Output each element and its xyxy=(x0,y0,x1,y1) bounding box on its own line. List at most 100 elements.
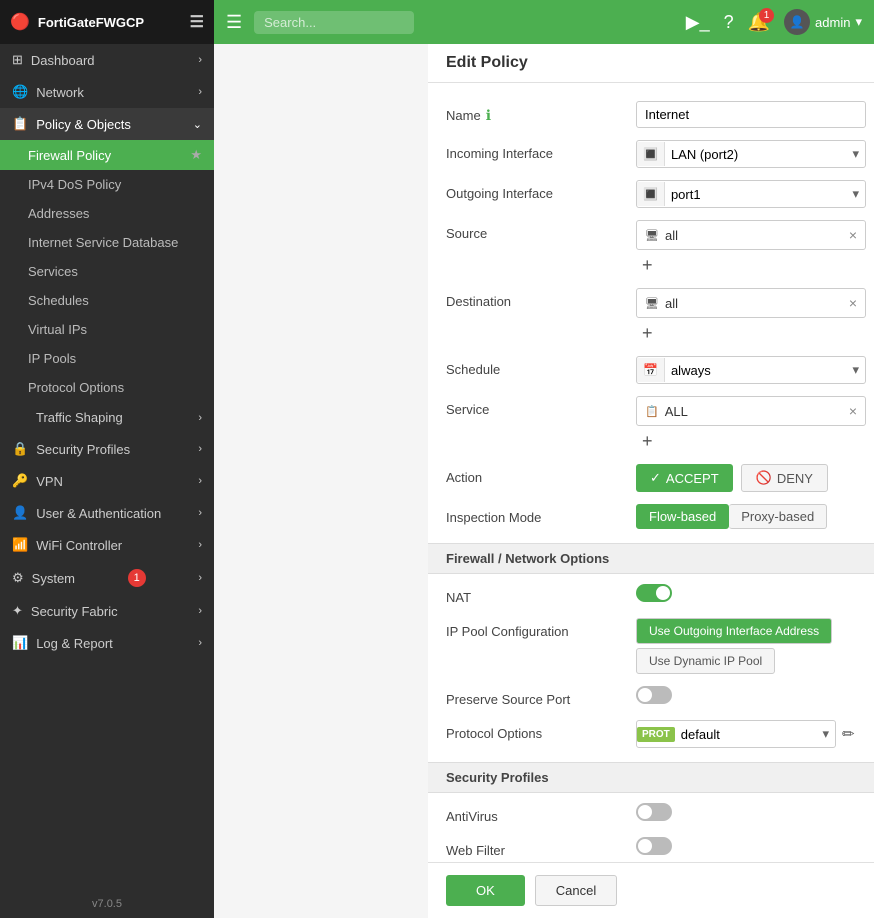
select-arrow-icon: ▾ xyxy=(816,721,835,747)
sidebar-item-network[interactable]: 🌐 Network › xyxy=(0,76,214,108)
sidebar-item-internet-service-db[interactable]: Internet Service Database xyxy=(0,228,214,257)
web-filter-label: Web Filter xyxy=(446,837,636,858)
source-control: 🖥 all × + xyxy=(636,220,866,276)
menu-icon[interactable]: ☰ xyxy=(226,12,242,33)
source-row: Source 🖥 all × + xyxy=(446,214,856,282)
terminal-icon[interactable]: ▶_ xyxy=(686,12,710,33)
nat-toggle[interactable] xyxy=(636,584,672,602)
schedule-select[interactable]: always xyxy=(665,358,847,383)
admin-dropdown-icon: ▾ xyxy=(855,14,862,30)
sidebar-item-schedules[interactable]: Schedules xyxy=(0,286,214,315)
protocol-options-select[interactable]: default xyxy=(675,722,817,747)
topbar-right: ▶_ ? 🔔 1 👤 admin ▾ xyxy=(686,9,862,35)
name-input[interactable] xyxy=(636,101,866,128)
use-dynamic-pool-btn[interactable]: Use Dynamic IP Pool xyxy=(636,648,775,674)
outgoing-interface-select[interactable]: port1 xyxy=(665,182,847,207)
proxy-based-button[interactable]: Proxy-based xyxy=(729,504,827,529)
flow-based-button[interactable]: Flow-based xyxy=(636,504,729,529)
sidebar-item-security-fabric[interactable]: ✦ Security Fabric › xyxy=(0,595,214,627)
protocol-options-row: Protocol Options PROT default ▾ ✏ xyxy=(446,714,856,754)
service-label: Service xyxy=(446,396,636,417)
sidebar-item-dashboard[interactable]: ⊞ Dashboard › xyxy=(0,44,214,76)
use-outgoing-btn[interactable]: Use Outgoing Interface Address xyxy=(636,618,832,644)
sidebar-item-addresses[interactable]: Addresses xyxy=(0,199,214,228)
source-add-btn[interactable]: + xyxy=(636,254,866,276)
sidebar-label: Firewall Policy xyxy=(28,148,111,163)
accept-button[interactable]: ✓ ACCEPT xyxy=(636,464,733,492)
sidebar-item-firewall-policy[interactable]: Firewall Policy ★ xyxy=(0,140,214,170)
cancel-button[interactable]: Cancel xyxy=(535,875,617,906)
sidebar-item-services[interactable]: Services xyxy=(0,257,214,286)
arrow-icon: › xyxy=(198,86,202,98)
protocol-options-control: PROT default ▾ ✏ xyxy=(636,720,856,748)
help-icon[interactable]: ? xyxy=(724,12,734,33)
source-tag-field: 🖥 all × xyxy=(636,220,866,250)
flow-based-label: Flow-based xyxy=(649,509,716,524)
sidebar-label: Internet Service Database xyxy=(28,235,178,250)
sidebar-label: Log & Report xyxy=(36,636,113,651)
destination-tag-label: all xyxy=(665,296,843,311)
sidebar-item-user-auth[interactable]: 👤 User & Authentication › xyxy=(0,497,214,529)
main-content: Edit Policy Name ℹ Incoming Interface 🔳 … xyxy=(428,44,874,918)
sidebar-item-traffic-shaping[interactable]: Traffic Shaping › xyxy=(0,402,214,433)
arrow-icon: › xyxy=(198,412,202,424)
info-icon[interactable]: ℹ xyxy=(486,107,491,124)
star-icon[interactable]: ★ xyxy=(190,147,202,163)
sidebar-item-log-report[interactable]: 📊 Log & Report › xyxy=(0,627,214,659)
preserve-source-toggle-wrap[interactable] xyxy=(636,686,856,704)
antivirus-toggle[interactable] xyxy=(636,803,672,821)
action-control: ✓ ACCEPT 🚫 DENY xyxy=(636,464,856,492)
arrow-icon: › xyxy=(198,443,202,455)
search-input[interactable] xyxy=(254,11,414,34)
bottom-bar: OK Cancel xyxy=(428,862,874,918)
schedule-label: Schedule xyxy=(446,356,636,377)
source-tag-close[interactable]: × xyxy=(849,227,857,243)
hamburger-icon[interactable]: ☰ xyxy=(190,12,204,32)
preserve-source-toggle[interactable] xyxy=(636,686,672,704)
ok-button[interactable]: OK xyxy=(446,875,525,906)
sidebar-label: Security Profiles xyxy=(36,442,130,457)
checkmark-icon: ✓ xyxy=(650,470,661,486)
service-add-btn[interactable]: + xyxy=(636,430,866,452)
ok-label: OK xyxy=(476,883,495,898)
outgoing-interface-select-wrap: 🔳 port1 ▾ xyxy=(636,180,866,208)
sidebar-item-policy-objects[interactable]: 📋 Policy & Objects ⌄ xyxy=(0,108,214,140)
security-icon: 🔒 xyxy=(12,441,28,457)
nat-toggle-wrap[interactable] xyxy=(636,584,856,602)
version-label: v7.0.5 xyxy=(0,890,214,918)
service-tag-close[interactable]: × xyxy=(849,403,857,419)
sidebar-item-ipv4-dos[interactable]: IPv4 DoS Policy xyxy=(0,170,214,199)
sidebar-item-wifi-controller[interactable]: 📶 WiFi Controller › xyxy=(0,529,214,561)
web-filter-toggle[interactable] xyxy=(636,837,672,855)
outgoing-interface-row: Outgoing Interface 🔳 port1 ▾ xyxy=(446,174,856,214)
sidebar-item-ip-pools[interactable]: IP Pools xyxy=(0,344,214,373)
source-label: Source xyxy=(446,220,636,241)
service-row: Service 📋 ALL × + xyxy=(446,390,856,458)
protocol-options-label: Protocol Options xyxy=(446,720,636,741)
proto-edit-icon[interactable]: ✏ xyxy=(842,725,855,743)
sidebar-item-virtual-ips[interactable]: Virtual IPs xyxy=(0,315,214,344)
service-tag-field: 📋 ALL × xyxy=(636,396,866,426)
arrow-icon: › xyxy=(198,637,202,649)
sidebar-item-security-profiles[interactable]: 🔒 Security Profiles › xyxy=(0,433,214,465)
sidebar-item-vpn[interactable]: 🔑 VPN › xyxy=(0,465,214,497)
sidebar-item-system[interactable]: ⚙ System 1 › xyxy=(0,561,214,595)
sidebar-item-protocol-options[interactable]: Protocol Options xyxy=(0,373,214,402)
service-tag-label: ALL xyxy=(665,404,843,419)
destination-tag-close[interactable]: × xyxy=(849,295,857,311)
cancel-label: Cancel xyxy=(556,883,596,898)
service-control: 📋 ALL × + xyxy=(636,396,866,452)
proxy-based-label: Proxy-based xyxy=(741,509,814,524)
sidebar-label: Virtual IPs xyxy=(28,322,87,337)
destination-add-btn[interactable]: + xyxy=(636,322,866,344)
admin-menu[interactable]: 👤 admin ▾ xyxy=(784,9,862,35)
incoming-interface-select[interactable]: LAN (port2) xyxy=(665,142,847,167)
incoming-interface-control: 🔳 LAN (port2) ▾ xyxy=(636,140,866,168)
inspection-mode-control: Flow-based Proxy-based xyxy=(636,504,856,529)
destination-tag-field: 🖥 all × xyxy=(636,288,866,318)
destination-tag-icon: 🖥 xyxy=(645,297,659,310)
antivirus-label: AntiVirus xyxy=(446,803,636,824)
bell-wrap[interactable]: 🔔 1 xyxy=(748,12,770,33)
deny-button[interactable]: 🚫 DENY xyxy=(741,464,828,492)
ip-pool-label: IP Pool Configuration xyxy=(446,618,636,639)
